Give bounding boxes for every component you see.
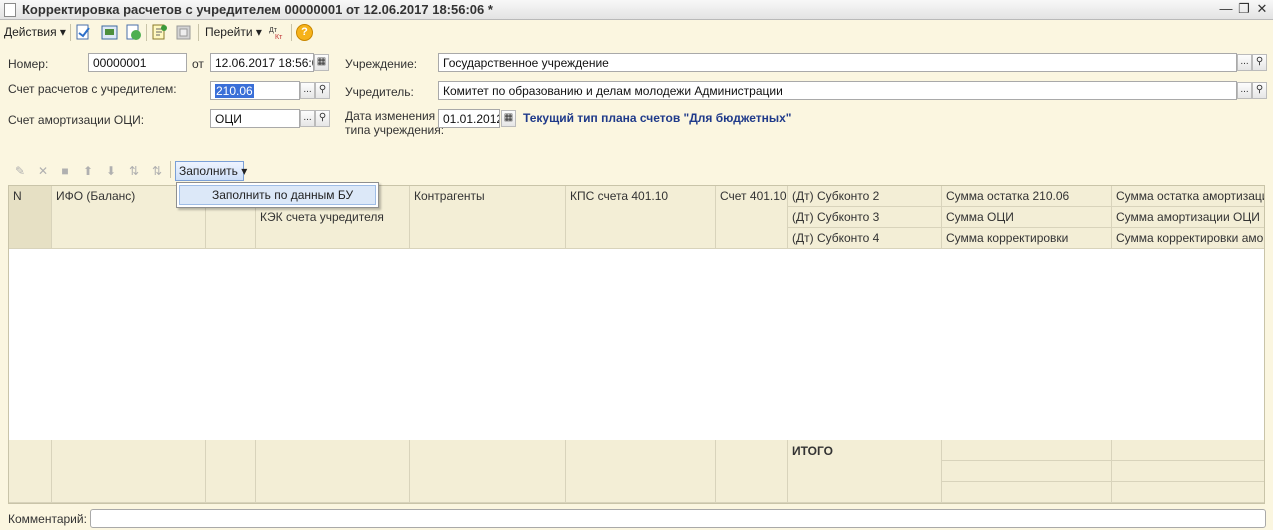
post-and-close-icon[interactable] (75, 24, 92, 41)
col-header-sum-amort-correction[interactable]: Сумма корректировки амо... (1112, 228, 1264, 249)
col-header-subkonto3[interactable]: (Дт) Субконто 3 (788, 207, 942, 228)
document-movements-icon[interactable] (151, 24, 168, 41)
goto-menu[interactable]: Перейти ▾ (205, 25, 262, 39)
founder-label: Учредитель: (345, 85, 414, 99)
help-icon[interactable]: ? (296, 24, 313, 41)
total-cell: ИТОГО (788, 440, 942, 503)
fill-from-bu-menu-item[interactable]: Заполнить по данным БУ (179, 185, 376, 205)
toolbar-separator (170, 161, 171, 178)
search-icon[interactable]: ⚲ (315, 110, 330, 127)
total-sum-amort-correction (1112, 482, 1264, 503)
end-edit-icon[interactable]: ■ (58, 164, 72, 178)
fill-button[interactable]: Заполнить ▾ (175, 161, 247, 181)
delete-icon[interactable]: ✕ (36, 164, 50, 178)
select-ellipsis-icon[interactable]: ... (1237, 54, 1252, 71)
founder-field[interactable]: Комитет по образованию и делам молодежи … (438, 81, 1237, 100)
institution-field[interactable]: Государственное учреждение (438, 53, 1237, 72)
footer-cell (9, 440, 52, 503)
number-field[interactable]: 00000001 (88, 53, 187, 72)
comment-field[interactable] (90, 509, 1266, 528)
data-grid[interactable]: N ИФО (Баланс) КЭК счета учредителя Конт… (8, 185, 1265, 504)
main-toolbar: Действия ▾ Перейти ▾ Дт Кт ? (0, 21, 1273, 44)
from-label: от (192, 57, 204, 71)
account-label: Счет расчетов с учредителем: (8, 82, 177, 96)
print-icon[interactable] (175, 24, 192, 41)
col-header-counterparties[interactable]: Контрагенты (410, 186, 566, 249)
col-header-kps[interactable]: КПС счета 401.10 (566, 186, 716, 249)
search-icon[interactable]: ⚲ (315, 82, 330, 99)
col-header-sum-oci[interactable]: Сумма ОЦИ (942, 207, 1112, 228)
close-icon[interactable]: ✕ (1254, 1, 1270, 17)
calendar-icon[interactable]: ▦ (501, 110, 516, 127)
window-title: Корректировка расчетов с учредителем 000… (22, 2, 493, 17)
col-header-account401[interactable]: Счет 401.10 (716, 186, 788, 249)
calendar-icon[interactable]: ▦ (314, 54, 329, 71)
sort-ascending-icon[interactable]: ⇅ (127, 164, 141, 178)
col-header-n[interactable]: N (9, 186, 52, 249)
total-label: ИТОГО (792, 444, 833, 458)
sort-descending-icon[interactable]: ⇅ (150, 164, 164, 178)
post-icon[interactable] (125, 24, 142, 41)
comment-label: Комментарий: (8, 512, 87, 526)
plan-note: Текущий тип плана счетов "Для бюджетных" (523, 111, 792, 125)
svg-text:Дт: Дт (269, 27, 278, 34)
minimize-icon[interactable]: — (1218, 1, 1234, 17)
actions-menu[interactable]: Действия ▾ (4, 25, 66, 39)
search-icon[interactable]: ⚲ (1252, 54, 1267, 71)
footer-cell (716, 440, 788, 503)
total-sum-amort-oci (1112, 461, 1264, 482)
restore-icon[interactable]: ❐ (1236, 1, 1252, 17)
col-header-sum-amort-balance[interactable]: Сумма остатка амортизации (1112, 186, 1264, 207)
edit-icon[interactable]: ✎ (13, 164, 27, 178)
institution-label: Учреждение: (345, 57, 418, 71)
toolbar-separator (291, 24, 292, 41)
footer-cell (206, 440, 256, 503)
number-label: Номер: (8, 57, 49, 71)
date-field[interactable]: 12.06.2017 18:56:06 (210, 53, 314, 72)
change-date-label-line2: типа учреждения: (345, 123, 445, 137)
amort-field[interactable]: ОЦИ (210, 109, 300, 128)
change-date-label-line1: Дата изменения (345, 109, 436, 123)
toolbar-separator (70, 24, 71, 41)
document-icon (4, 3, 16, 17)
footer-cell (256, 440, 410, 503)
select-ellipsis-icon[interactable]: ... (1237, 82, 1252, 99)
col-header-sum-correction[interactable]: Сумма корректировки (942, 228, 1112, 249)
change-date-field[interactable]: 01.01.2012 (438, 109, 500, 128)
col-header-sum-amort-oci[interactable]: Сумма амортизации ОЦИ (1112, 207, 1264, 228)
account-field[interactable]: 210.06 (210, 81, 300, 100)
move-up-icon[interactable]: ⬆ (81, 164, 95, 178)
col-header-sum-balance[interactable]: Сумма остатка 210.06 (942, 186, 1112, 207)
col-header-kek[interactable]: КЭК счета учредителя (256, 207, 410, 249)
total-sum-amort-balance (1112, 440, 1264, 461)
select-ellipsis-icon[interactable]: ... (300, 110, 315, 127)
col-header-subkonto4[interactable]: (Дт) Субконто 4 (788, 228, 942, 249)
account-value: 210.06 (215, 84, 254, 98)
col-header-subkonto2[interactable]: (Дт) Субконто 2 (788, 186, 942, 207)
footer-cell (410, 440, 566, 503)
select-ellipsis-icon[interactable]: ... (300, 82, 315, 99)
save-icon[interactable] (101, 24, 118, 41)
change-date-label: Дата изменения типа учреждения: (345, 109, 444, 137)
total-sum-correction (942, 482, 1112, 503)
toolbar-separator (146, 24, 147, 41)
amort-label: Счет амортизации ОЦИ: (8, 113, 145, 127)
footer-cell (52, 440, 206, 503)
search-icon[interactable]: ⚲ (1252, 82, 1267, 99)
fill-dropdown-menu: Заполнить по данным БУ (176, 182, 379, 208)
footer-cell (566, 440, 716, 503)
total-sum-oci (942, 461, 1112, 482)
svg-text:Кт: Кт (275, 34, 283, 41)
total-sum-balance (942, 440, 1112, 461)
toolbar-separator (198, 24, 199, 41)
title-bar: Корректировка расчетов с учредителем 000… (0, 0, 1273, 20)
dt-kt-icon[interactable]: Дт Кт (268, 24, 285, 41)
move-down-icon[interactable]: ⬇ (104, 164, 118, 178)
